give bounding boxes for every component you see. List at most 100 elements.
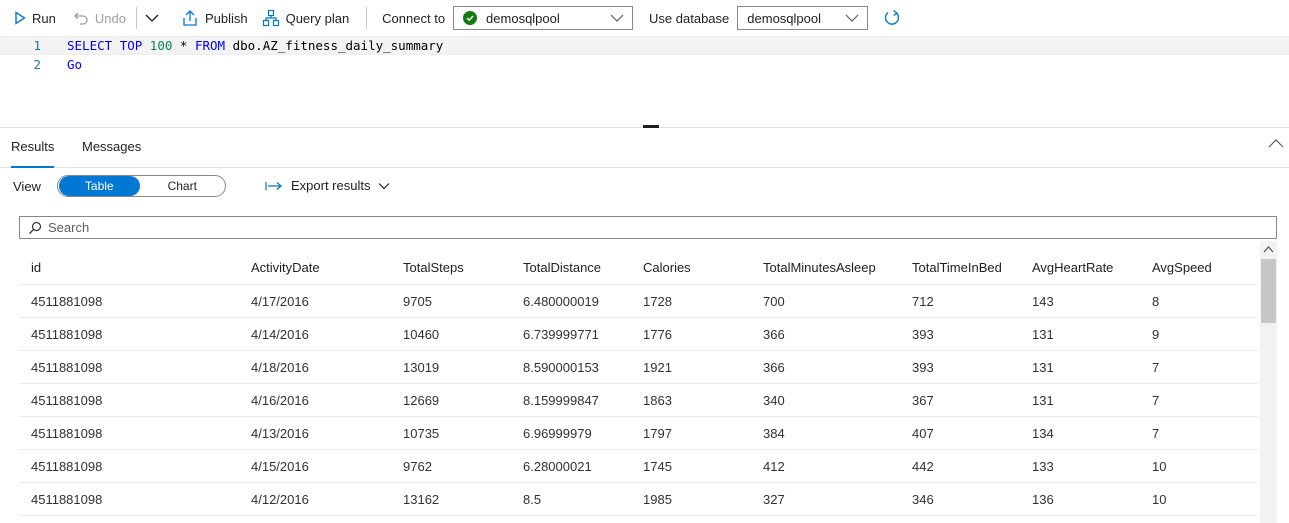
results-view-bar: View Table Chart Export results	[0, 168, 1289, 206]
column-header-avgheartrate[interactable]: AvgHeartRate	[1032, 251, 1113, 285]
query-plan-label: Query plan	[285, 10, 350, 26]
cell-id: 4511881098	[31, 459, 103, 474]
cell-avgspeed: 8	[1152, 294, 1160, 309]
table-row[interactable]: 4511881098 4/16/2016 12669 8.159999847 1…	[19, 384, 1258, 417]
cell-totalminutesasleep: 340	[763, 393, 785, 408]
view-table-option[interactable]: Table	[59, 176, 140, 196]
query-plan-button[interactable]: Query plan	[262, 6, 350, 30]
chevron-down-icon	[845, 14, 859, 22]
toolbar-divider	[135, 7, 137, 29]
table-row[interactable]: 4511881098 4/12/2016 13162 8.5 1985 327 …	[19, 483, 1258, 516]
grid-vertical-scrollbar[interactable]	[1260, 241, 1277, 523]
line-number: 2	[33, 57, 41, 72]
table-row[interactable]: 4511881098 4/13/2016 10735 6.96999979 17…	[19, 417, 1258, 450]
run-button[interactable]: Run	[14, 6, 56, 30]
cell-totaldistance: 6.28000021	[523, 459, 592, 474]
view-toggle[interactable]: Table Chart	[57, 175, 226, 197]
more-actions-button[interactable]	[145, 6, 165, 30]
cell-totaldistance: 8.5	[523, 492, 542, 507]
code-number: 100	[149, 38, 173, 53]
code-operator: *	[179, 38, 188, 53]
table-row[interactable]: 4511881098 4/18/2016 13019 8.590000153 1…	[19, 351, 1258, 384]
connect-to-label: Connect to	[382, 10, 446, 26]
cell-id: 4511881098	[31, 492, 103, 507]
cell-totaltimeinbed: 712	[912, 294, 934, 309]
column-header-calories[interactable]: Calories	[643, 251, 691, 285]
column-header-totaltimeinbed[interactable]: TotalTimeInBed	[912, 251, 1002, 285]
cell-avgheartrate: 133	[1032, 459, 1054, 474]
column-header-totalsteps[interactable]: TotalSteps	[403, 251, 464, 285]
undo-label: Undo	[94, 10, 126, 26]
cell-id: 4511881098	[31, 393, 103, 408]
results-grid: id ActivityDate TotalSteps TotalDistance…	[19, 251, 1258, 523]
export-icon	[265, 181, 282, 190]
sql-editor[interactable]: 1 SELECT TOP 100 * FROM dbo.AZ_fitness_d…	[0, 36, 1289, 128]
cell-totaltimeinbed: 407	[912, 426, 934, 441]
chevron-down-icon	[379, 182, 390, 189]
connected-check-icon	[463, 11, 478, 25]
cell-avgheartrate: 134	[1032, 426, 1054, 441]
code-keyword: Go	[67, 57, 83, 72]
cell-totaltimeinbed: 367	[912, 393, 934, 408]
cell-id: 4511881098	[31, 327, 103, 342]
view-chart-option[interactable]: Chart	[140, 176, 225, 196]
cell-avgspeed: 9	[1152, 327, 1160, 342]
cell-totaltimeinbed: 346	[912, 492, 934, 507]
cell-totalminutesasleep: 366	[763, 360, 785, 375]
tab-results[interactable]: Results	[11, 139, 55, 168]
cell-activitydate: 4/18/2016	[251, 360, 309, 375]
code-keyword: TOP	[119, 38, 143, 53]
search-icon	[29, 221, 42, 234]
table-row[interactable]: 4511881098 4/17/2016 9705 6.480000019 17…	[19, 285, 1258, 318]
cell-calories: 1728	[643, 294, 672, 309]
refresh-button[interactable]	[883, 6, 907, 30]
cell-activitydate: 4/13/2016	[251, 426, 309, 441]
export-results-button[interactable]: Export results	[265, 178, 390, 193]
collapse-results-button[interactable]	[1267, 137, 1285, 152]
results-search-box[interactable]	[19, 216, 1277, 239]
cell-avgspeed: 7	[1152, 360, 1160, 375]
cell-totalsteps: 10460	[403, 327, 440, 342]
undo-button[interactable]: Undo	[73, 6, 126, 30]
tab-messages[interactable]: Messages	[82, 139, 141, 168]
refresh-icon	[885, 9, 900, 25]
cell-avgspeed: 7	[1152, 426, 1160, 441]
cell-totalsteps: 13162	[403, 492, 440, 507]
search-input[interactable]	[48, 220, 1248, 235]
undo-icon	[73, 12, 88, 25]
cell-avgheartrate: 131	[1032, 393, 1054, 408]
cell-totaldistance: 8.159999847	[523, 393, 599, 408]
view-label: View	[13, 179, 41, 194]
publish-icon	[183, 10, 197, 26]
cell-totalsteps: 9762	[403, 459, 432, 474]
chevron-down-icon	[610, 14, 624, 22]
code-identifier: dbo.AZ_fitness_daily_summary	[232, 38, 444, 53]
scrollbar-thumb[interactable]	[1261, 259, 1276, 323]
code-line[interactable]: 2 Go	[0, 55, 1289, 74]
code-line[interactable]: 1 SELECT TOP 100 * FROM dbo.AZ_fitness_d…	[0, 36, 1289, 55]
cell-id: 4511881098	[31, 360, 103, 375]
column-header-totalminutesasleep[interactable]: TotalMinutesAsleep	[763, 251, 876, 285]
column-header-avgspeed[interactable]: AvgSpeed	[1152, 251, 1212, 285]
column-header-id[interactable]: id	[31, 251, 41, 285]
table-row[interactable]: 4511881098 4/15/2016 9762 6.28000021 174…	[19, 450, 1258, 483]
column-header-activitydate[interactable]: ActivityDate	[251, 251, 320, 285]
query-plan-icon	[262, 9, 279, 27]
use-database-value: demosqlpool	[747, 10, 821, 26]
cell-calories: 1985	[643, 492, 672, 507]
toolbar-divider	[366, 7, 368, 29]
cell-calories: 1745	[643, 459, 672, 474]
scroll-up-arrow-icon[interactable]	[1263, 245, 1274, 253]
cell-calories: 1863	[643, 393, 672, 408]
cell-totalsteps: 9705	[403, 294, 432, 309]
column-header-totaldistance[interactable]: TotalDistance	[523, 251, 601, 285]
run-label: Run	[32, 10, 56, 26]
table-row[interactable]: 4511881098 4/14/2016 10460 6.739999771 1…	[19, 318, 1258, 351]
publish-button[interactable]: Publish	[181, 6, 248, 30]
use-database-select[interactable]: demosqlpool	[737, 6, 869, 30]
grid-header-row: id ActivityDate TotalSteps TotalDistance…	[19, 251, 1258, 285]
cell-avgspeed: 7	[1152, 393, 1160, 408]
cell-totaldistance: 6.480000019	[523, 294, 599, 309]
connect-to-select[interactable]: demosqlpool	[453, 6, 634, 30]
code-keyword: SELECT	[67, 38, 113, 53]
